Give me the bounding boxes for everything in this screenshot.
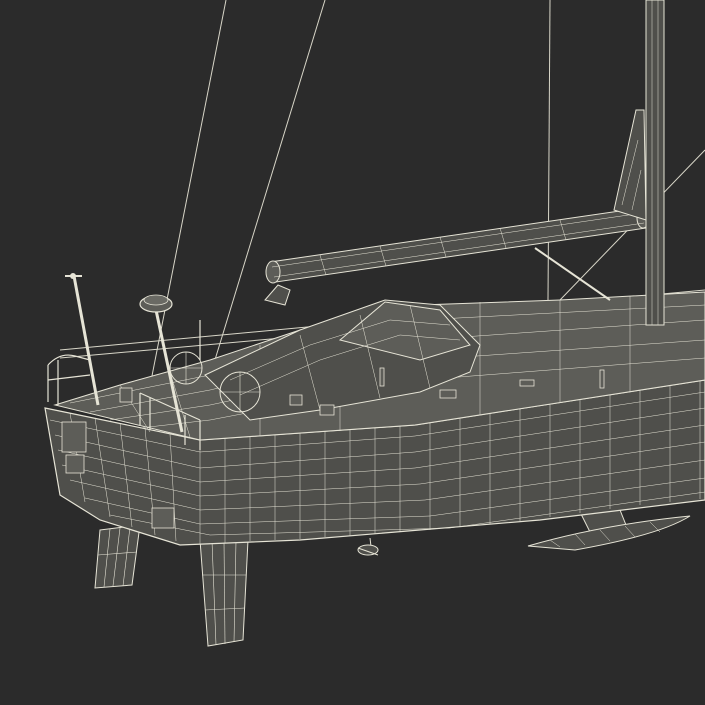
sailboat-wireframe-image <box>0 0 705 705</box>
rudder-port <box>94 524 141 589</box>
render-viewport <box>0 0 705 705</box>
rudder-starboard <box>199 539 249 647</box>
